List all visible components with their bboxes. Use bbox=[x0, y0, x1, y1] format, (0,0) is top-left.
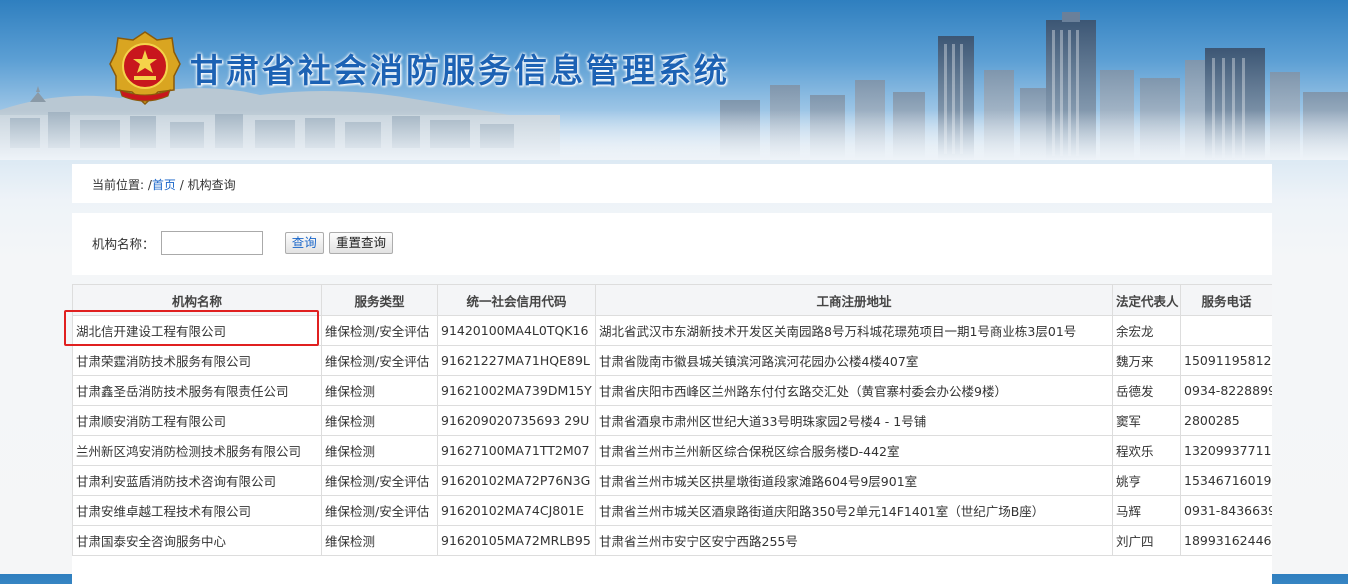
service-type-cell: 维保检测 bbox=[321, 525, 438, 556]
table-row[interactable]: 甘肃顺安消防工程有限公司 维保检测 916209020735693 29U 甘肃省酒泉… bbox=[72, 405, 1272, 436]
service-type-cell: 维保检测 bbox=[321, 405, 438, 436]
header-banner: 甘肃省社会消防服务信息管理系统 bbox=[0, 0, 1348, 160]
org-name-cell: 甘肃安维卓越工程技术有限公司 bbox=[72, 495, 322, 526]
address-cell: 甘肃省兰州市城关区拱星墩街道段家滩路604号9层901室 bbox=[595, 465, 1113, 496]
breadcrumb-separator: / bbox=[175, 178, 188, 192]
address-cell: 甘肃省酒泉市肃州区世纪大道33号明珠家园2号楼4 - 1号铺 bbox=[595, 405, 1113, 436]
org-name-cell: 甘肃国泰安全咨询服务中心 bbox=[72, 525, 322, 556]
address-cell: 甘肃省陇南市徽县城关镇滨河路滨河花园办公楼4楼407室 bbox=[595, 345, 1113, 376]
breadcrumb-current: 机构查询 bbox=[187, 178, 236, 192]
column-header: 法定代表人 bbox=[1112, 284, 1181, 316]
legal-rep-cell: 姚亨 bbox=[1112, 465, 1181, 496]
results-table: 机构名称 服务类型 统一社会信用代码 工商注册地址 法定代表人 服务电话 湖北信… bbox=[72, 284, 1272, 556]
column-header: 统一社会信用代码 bbox=[437, 284, 596, 316]
org-name-cell: 甘肃鑫圣岳消防技术服务有限责任公司 bbox=[72, 375, 322, 406]
results-table-container: 机构名称 服务类型 统一社会信用代码 工商注册地址 法定代表人 服务电话 湖北信… bbox=[72, 284, 1272, 584]
service-type-cell: 维保检测/安全评估 bbox=[321, 495, 438, 526]
legal-rep-cell: 窦军 bbox=[1112, 405, 1181, 436]
address-cell: 甘肃省兰州市安宁区安宁西路255号 bbox=[595, 525, 1113, 556]
credit-code-cell: 91420100MA4L0TQK16 bbox=[437, 315, 596, 346]
org-name-cell: 甘肃顺安消防工程有限公司 bbox=[72, 405, 322, 436]
legal-rep-cell: 余宏龙 bbox=[1112, 315, 1181, 346]
phone-cell: 13209937711 bbox=[1180, 435, 1272, 466]
query-button[interactable]: 查询 bbox=[284, 232, 324, 254]
org-name-cell: 甘肃荣霆消防技术服务有限公司 bbox=[72, 345, 322, 376]
table-row[interactable]: 甘肃安维卓越工程技术有限公司 维保检测/安全评估 91620102MA74CJ801… bbox=[72, 495, 1272, 526]
address-cell: 甘肃省庆阳市西峰区兰州路东付付玄路交汇处（黄官寨村委会办公楼9楼） bbox=[595, 375, 1113, 406]
org-name-label: 机构名称： bbox=[92, 236, 155, 252]
table-row[interactable]: 甘肃利安蓝盾消防技术咨询有限公司 维保检测/安全评估 91620102MA72P76… bbox=[72, 465, 1272, 496]
legal-rep-cell: 岳德发 bbox=[1112, 375, 1181, 406]
legal-rep-cell: 魏万来 bbox=[1112, 345, 1181, 376]
table-row[interactable]: 甘肃鑫圣岳消防技术服务有限责任公司 维保检测 91621002MA739DM15Y 甘… bbox=[72, 375, 1272, 406]
phone-cell bbox=[1180, 315, 1272, 346]
address-cell: 湖北省武汉市东湖新技术开发区关南园路8号万科城花璟苑项目一期1号商业栋3层01号 bbox=[595, 315, 1113, 346]
table-row[interactable]: 兰州新区鸿安消防检测技术服务有限公司 维保检测 91627100MA71TT2M07… bbox=[72, 435, 1272, 466]
table-body: 湖北信开建设工程有限公司 维保检测/安全评估 91420100MA4L0TQK16 湖… bbox=[72, 315, 1272, 556]
org-name-cell: 湖北信开建设工程有限公司 bbox=[72, 315, 322, 346]
credit-code-cell: 916209020735693 29U bbox=[437, 405, 596, 436]
system-title: 甘肃省社会消防服务信息管理系统 bbox=[190, 51, 730, 90]
phone-cell: 15346716019 bbox=[1180, 465, 1272, 496]
column-header: 机构名称 bbox=[72, 284, 322, 316]
org-name-cell: 甘肃利安蓝盾消防技术咨询有限公司 bbox=[72, 465, 322, 496]
table-row[interactable]: 甘肃荣霆消防技术服务有限公司 维保检测/安全评估 91621227MA71HQE89… bbox=[72, 345, 1272, 376]
org-name-cell: 兰州新区鸿安消防检测技术服务有限公司 bbox=[72, 435, 322, 466]
breadcrumb-prefix: 当前位置: / bbox=[92, 178, 152, 192]
service-type-cell: 维保检测/安全评估 bbox=[321, 465, 438, 496]
search-panel: 机构名称： 查询 重置查询 bbox=[72, 213, 1272, 275]
column-header: 服务类型 bbox=[321, 284, 438, 316]
reset-query-button[interactable]: 重置查询 bbox=[328, 232, 393, 254]
address-cell: 甘肃省兰州市城关区酒泉路街道庆阳路350号2单元14F1401室（世纪广场B座） bbox=[595, 495, 1113, 526]
table-row[interactable]: 甘肃国泰安全咨询服务中心 维保检测 91620105MA72MRLB95 甘肃省兰州市… bbox=[72, 525, 1272, 556]
phone-cell: 18993162446 bbox=[1180, 525, 1272, 556]
credit-code-cell: 91621227MA71HQE89L bbox=[437, 345, 596, 376]
credit-code-cell: 91620102MA74CJ801E bbox=[437, 495, 596, 526]
phone-cell: 0934-8228899 bbox=[1180, 375, 1272, 406]
service-type-cell: 维保检测/安全评估 bbox=[321, 345, 438, 376]
address-cell: 甘肃省兰州市兰州新区综合保税区综合服务楼D-442室 bbox=[595, 435, 1113, 466]
table-header-row: 机构名称 服务类型 统一社会信用代码 工商注册地址 法定代表人 服务电话 bbox=[72, 284, 1272, 316]
fire-rescue-emblem-icon bbox=[109, 31, 181, 106]
credit-code-cell: 91620105MA72MRLB95 bbox=[437, 525, 596, 556]
phone-cell: 0931-8436639 bbox=[1180, 495, 1272, 526]
breadcrumb: 当前位置: /首页 / 机构查询 bbox=[72, 164, 1272, 203]
org-name-input[interactable] bbox=[160, 231, 263, 255]
legal-rep-cell: 刘广四 bbox=[1112, 525, 1181, 556]
table-row[interactable]: 湖北信开建设工程有限公司 维保检测/安全评估 91420100MA4L0TQK16 湖… bbox=[72, 315, 1272, 346]
column-header: 服务电话 bbox=[1180, 284, 1272, 316]
service-type-cell: 维保检测 bbox=[321, 435, 438, 466]
legal-rep-cell: 马辉 bbox=[1112, 495, 1181, 526]
legal-rep-cell: 程欢乐 bbox=[1112, 435, 1181, 466]
service-type-cell: 维保检测 bbox=[321, 375, 438, 406]
credit-code-cell: 91620102MA72P76N3G bbox=[437, 465, 596, 496]
column-header: 工商注册地址 bbox=[595, 284, 1113, 316]
phone-cell: 15091195812 bbox=[1180, 345, 1272, 376]
service-type-cell: 维保检测/安全评估 bbox=[321, 315, 438, 346]
credit-code-cell: 91627100MA71TT2M07 bbox=[437, 435, 596, 466]
phone-cell: 2800285 bbox=[1180, 405, 1272, 436]
credit-code-cell: 91621002MA739DM15Y bbox=[437, 375, 596, 406]
breadcrumb-home-link[interactable]: 首页 bbox=[152, 178, 176, 192]
